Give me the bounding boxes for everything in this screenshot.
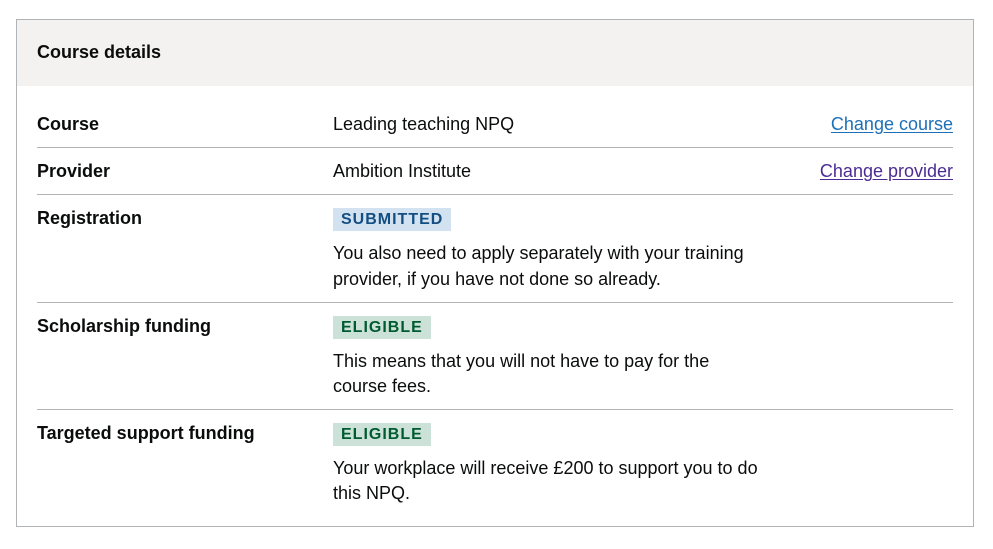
status-badge: ELIGIBLE [333, 315, 431, 339]
row-actions: Change provider [646, 159, 953, 183]
row-value: ELIGIBLE Your workplace will receive £20… [333, 421, 763, 506]
status-badge: SUBMITTED [333, 208, 452, 232]
summary-row-course: Course Leading teaching NPQ Change cours… [37, 100, 953, 149]
row-key: Registration [37, 208, 143, 229]
row-key: Provider [37, 161, 111, 182]
row-value: Leading teaching NPQ [333, 114, 515, 134]
summary-row-provider: Provider Ambition Institute Change provi… [37, 148, 953, 196]
row-value: ELIGIBLE This means that you will not ha… [333, 314, 763, 399]
course-details-card: Course details Course Leading teaching N… [16, 19, 974, 527]
row-description: Your workplace will receive £200 to supp… [333, 458, 758, 504]
change-course-link[interactable]: Change course [831, 114, 953, 134]
status-badge: ELIGIBLE [333, 423, 431, 447]
summary-row-registration: Registration SUBMITTED You also need to … [37, 195, 953, 303]
summary-row-targeted-support-funding: Targeted support funding ELIGIBLE Your w… [37, 410, 953, 516]
row-key: Course [37, 114, 100, 134]
card-title: Course details [37, 41, 162, 62]
summary-row-scholarship-funding: Scholarship funding ELIGIBLE This means … [37, 303, 953, 411]
row-key: Scholarship funding [37, 315, 211, 336]
card-header: Course details [17, 20, 973, 86]
row-actions: Change course [673, 112, 953, 136]
summary-list: Course Leading teaching NPQ Change cours… [37, 86, 953, 517]
row-description: You also need to apply separately with y… [333, 243, 744, 289]
change-provider-link[interactable]: Change provider [820, 161, 953, 181]
row-key: Targeted support funding [37, 423, 255, 444]
row-value: Ambition Institute [333, 161, 472, 182]
row-description: This means that you will not have to pay… [333, 350, 710, 396]
row-value: SUBMITTED You also need to apply separat… [333, 206, 763, 291]
